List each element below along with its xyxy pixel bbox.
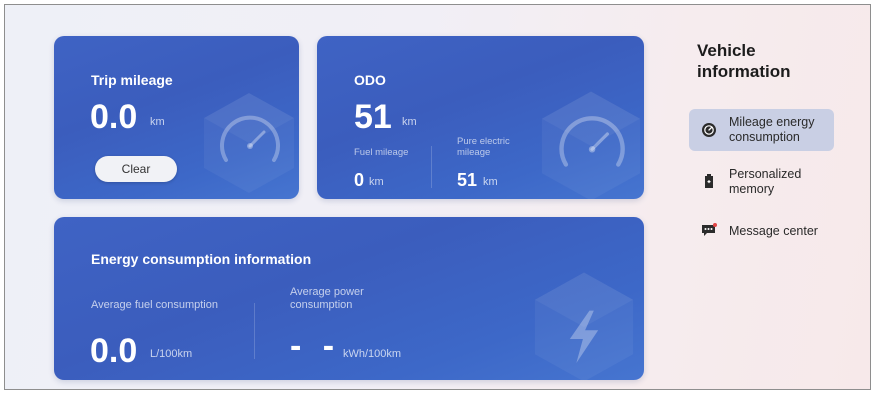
trip-mileage-unit: km [150,116,165,128]
gauge-icon [702,123,716,137]
electric-mileage-unit: km [483,176,498,188]
odo-title: ODO [354,72,386,88]
odo-unit: km [402,116,417,128]
odo-divider [431,146,432,188]
electric-mileage-value: 51 [457,170,478,190]
energy-consumption-title: Energy consumption information [91,251,312,267]
clear-button[interactable]: Clear [95,156,177,182]
sidebar-item-label: Personalized memory [729,167,802,196]
average-fuel-unit: L/100km [150,348,193,360]
average-power-label: Average power consumption [290,286,364,311]
sidebar-item-label: Message center [729,224,818,238]
odo-card: ODO 51 km Fuel mileage 0 km Pure electri… [317,36,644,199]
average-fuel-label: Average fuel consumption [91,299,218,311]
fuel-mileage-label: Fuel mileage [354,147,409,158]
average-fuel-value: 0.0 [90,332,138,370]
sidebar-item-mileage-energy[interactable]: Mileage energy consumption [689,109,834,151]
app-screen: Trip mileage 0.0 km Clear ODO 51 km Fuel… [4,4,871,390]
average-power-unit: kWh/100km [343,348,402,360]
electric-mileage-label: Pure electric mileage [457,136,510,158]
message-icon [702,223,717,236]
average-power-value: - - [290,327,341,365]
gauge-decoration-icon [204,93,294,193]
fuel-mileage-unit: km [369,176,384,188]
sidebar-item-message-center[interactable]: Message center [689,219,834,243]
gauge-decoration-icon [541,91,641,199]
energy-consumption-card: Energy consumption information Average f… [54,217,644,380]
fuel-mileage-value: 0 [354,170,365,190]
trip-mileage-card: Trip mileage 0.0 km Clear [54,36,299,199]
lightning-decoration-icon [534,272,634,380]
sidebar-item-label: Mileage energy consumption [729,115,815,144]
seat-memory-icon [705,174,713,188]
trip-mileage-title: Trip mileage [91,72,173,88]
energy-divider [254,303,255,359]
vehicle-information-title: Vehicle information [697,41,791,81]
odo-value: 51 [354,98,392,136]
trip-mileage-value: 0.0 [90,98,138,136]
sidebar-item-personalized-memory[interactable]: Personalized memory [689,161,834,201]
